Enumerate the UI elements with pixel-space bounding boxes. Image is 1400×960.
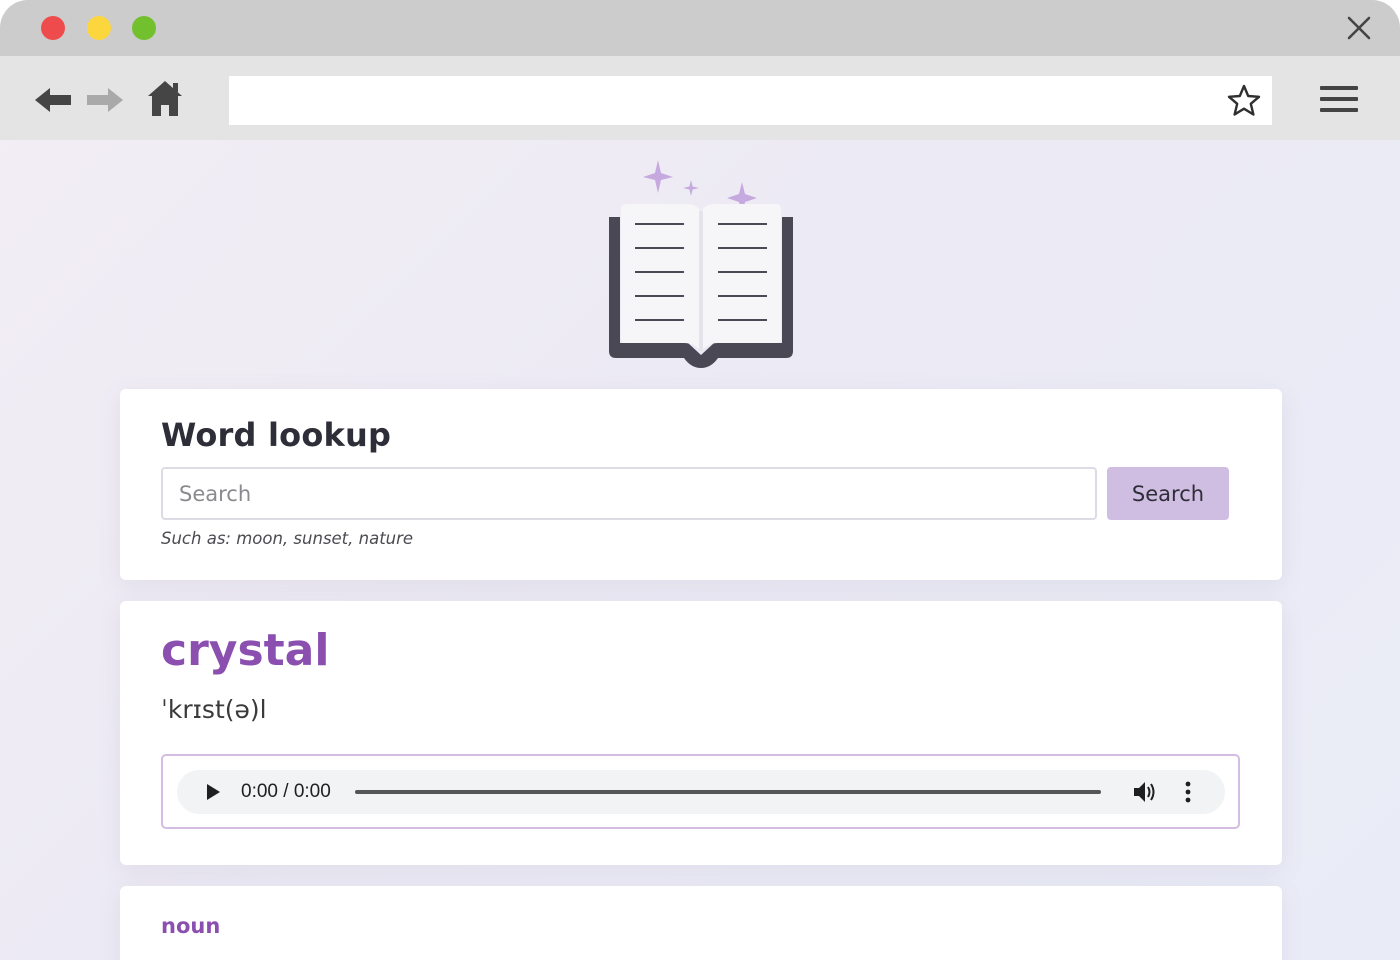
close-icon[interactable] bbox=[1346, 15, 1372, 41]
maximize-window-button[interactable] bbox=[132, 16, 156, 40]
word-phonetic: ˈkrɪst(ə)l bbox=[161, 695, 267, 724]
more-options-icon[interactable] bbox=[1180, 781, 1196, 803]
audio-time: 0:00 / 0:00 bbox=[241, 781, 331, 802]
arrow-right-icon[interactable] bbox=[85, 80, 125, 120]
browser-window: Word lookup Search Such as: moon, sunset… bbox=[0, 0, 1400, 960]
open-book-sparkles-icon bbox=[609, 160, 793, 368]
volume-icon[interactable] bbox=[1133, 781, 1157, 803]
audio-player[interactable]: 0:00 / 0:00 bbox=[177, 770, 1225, 814]
browser-toolbar bbox=[0, 56, 1400, 140]
star-icon[interactable] bbox=[1226, 83, 1262, 119]
part-of-speech: noun bbox=[161, 914, 221, 938]
word-lookup-card: Word lookup Search Such as: moon, sunset… bbox=[120, 389, 1282, 580]
search-button[interactable]: Search bbox=[1107, 467, 1229, 520]
play-icon[interactable] bbox=[205, 783, 221, 801]
word-result-card: crystal ˈkrɪst(ə)l 0:00 / 0:00 bbox=[120, 601, 1282, 865]
home-icon[interactable] bbox=[145, 78, 185, 118]
address-bar[interactable] bbox=[229, 76, 1272, 125]
hamburger-menu-icon[interactable] bbox=[1320, 86, 1358, 116]
arrow-left-icon[interactable] bbox=[33, 80, 73, 120]
search-hint: Such as: moon, sunset, nature bbox=[161, 529, 414, 548]
close-window-button[interactable] bbox=[41, 16, 65, 40]
audio-progress-bar[interactable] bbox=[355, 790, 1101, 794]
word-title: crystal bbox=[161, 625, 330, 676]
minimize-window-button[interactable] bbox=[87, 16, 111, 40]
audio-container: 0:00 / 0:00 bbox=[161, 754, 1240, 829]
definition-card: noun bbox=[120, 886, 1282, 960]
lookup-title: Word lookup bbox=[161, 416, 392, 454]
title-bar bbox=[0, 0, 1400, 56]
search-input[interactable] bbox=[161, 467, 1097, 520]
